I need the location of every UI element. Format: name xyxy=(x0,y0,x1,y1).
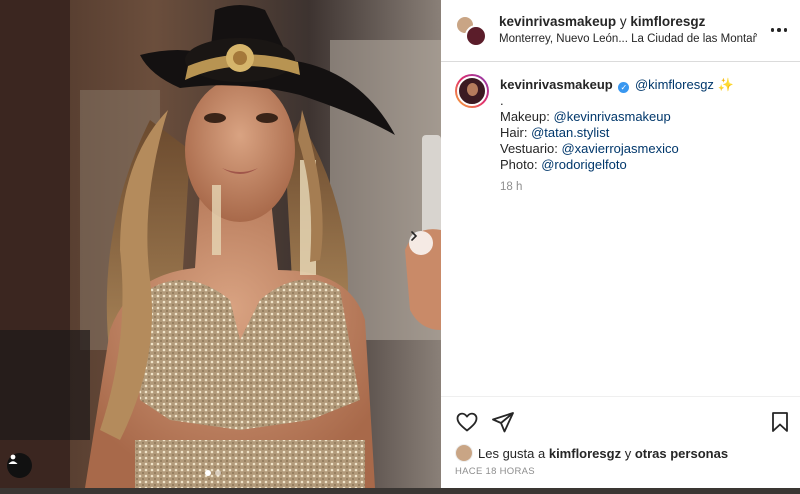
likes-joiner: y xyxy=(624,445,632,461)
avatar xyxy=(465,25,487,47)
post-header: kevinrivasmakeup y kimfloresgz Monterrey… xyxy=(441,0,800,62)
caption-username[interactable]: kevinrivasmakeup xyxy=(500,77,613,92)
post-timestamp[interactable]: HACE 18 HORAS xyxy=(455,466,535,477)
author-link[interactable]: kevinrivasmakeup xyxy=(499,14,616,29)
carousel-next-button[interactable] xyxy=(409,231,433,255)
caption-label: Makeup: xyxy=(500,109,550,124)
share-icon xyxy=(492,412,514,433)
tagged-users-button[interactable] xyxy=(7,453,32,478)
caption-label: Hair: xyxy=(500,125,528,140)
post-side-panel: kevinrivasmakeup y kimfloresgz Monterrey… xyxy=(441,0,800,488)
chevron-right-icon xyxy=(411,231,418,241)
share-button[interactable] xyxy=(491,410,515,434)
likes-prefix: Les gusta a xyxy=(478,445,546,461)
post-media[interactable] xyxy=(0,0,441,488)
post-photo xyxy=(0,0,441,488)
mention-link[interactable]: @rodorigelfoto xyxy=(541,157,626,172)
author-link[interactable]: kimfloresgz xyxy=(630,14,705,29)
liker-username[interactable]: kimfloresgz xyxy=(549,446,621,461)
likes-summary[interactable]: Les gusta a kimfloresgz y otras personas xyxy=(455,444,728,462)
more-options-icon xyxy=(770,28,788,32)
carousel-indicator xyxy=(205,470,221,476)
location-link[interactable]: Monterrey, Nuevo León... La Ciudad de la… xyxy=(499,33,757,45)
carousel-dot xyxy=(215,470,221,476)
heart-icon xyxy=(456,412,478,432)
action-bar xyxy=(441,396,800,446)
carousel-dot xyxy=(205,470,211,476)
likes-others-link[interactable]: otras personas xyxy=(635,446,728,461)
bottom-strip xyxy=(0,488,800,494)
caption-timestamp[interactable]: 18 h xyxy=(500,179,790,195)
sparkle-emoji: ✨ xyxy=(717,77,734,92)
like-button[interactable] xyxy=(455,410,479,434)
more-options-button[interactable] xyxy=(769,22,789,38)
avatar xyxy=(455,444,473,462)
mention-link[interactable]: @xavierrojasmexico xyxy=(561,141,678,156)
mention-link[interactable]: @kevinrivasmakeup xyxy=(554,109,671,124)
post-authors: kevinrivasmakeup y kimfloresgz xyxy=(499,14,705,29)
caption-label: Photo: xyxy=(500,157,538,172)
save-button[interactable] xyxy=(768,410,792,434)
bookmark-icon xyxy=(772,412,788,432)
avatar[interactable] xyxy=(455,74,489,108)
caption-label: Vestuario: xyxy=(500,141,558,156)
verified-badge-icon: ✓ xyxy=(618,82,630,93)
user-tag-icon xyxy=(8,454,18,464)
mention-link[interactable]: @tatan.stylist xyxy=(531,125,609,140)
mention-link[interactable]: @kimfloresgz xyxy=(635,77,714,92)
authors-joiner: y xyxy=(619,14,627,29)
caption-dot: . xyxy=(500,93,504,108)
collab-avatars[interactable] xyxy=(455,15,487,47)
